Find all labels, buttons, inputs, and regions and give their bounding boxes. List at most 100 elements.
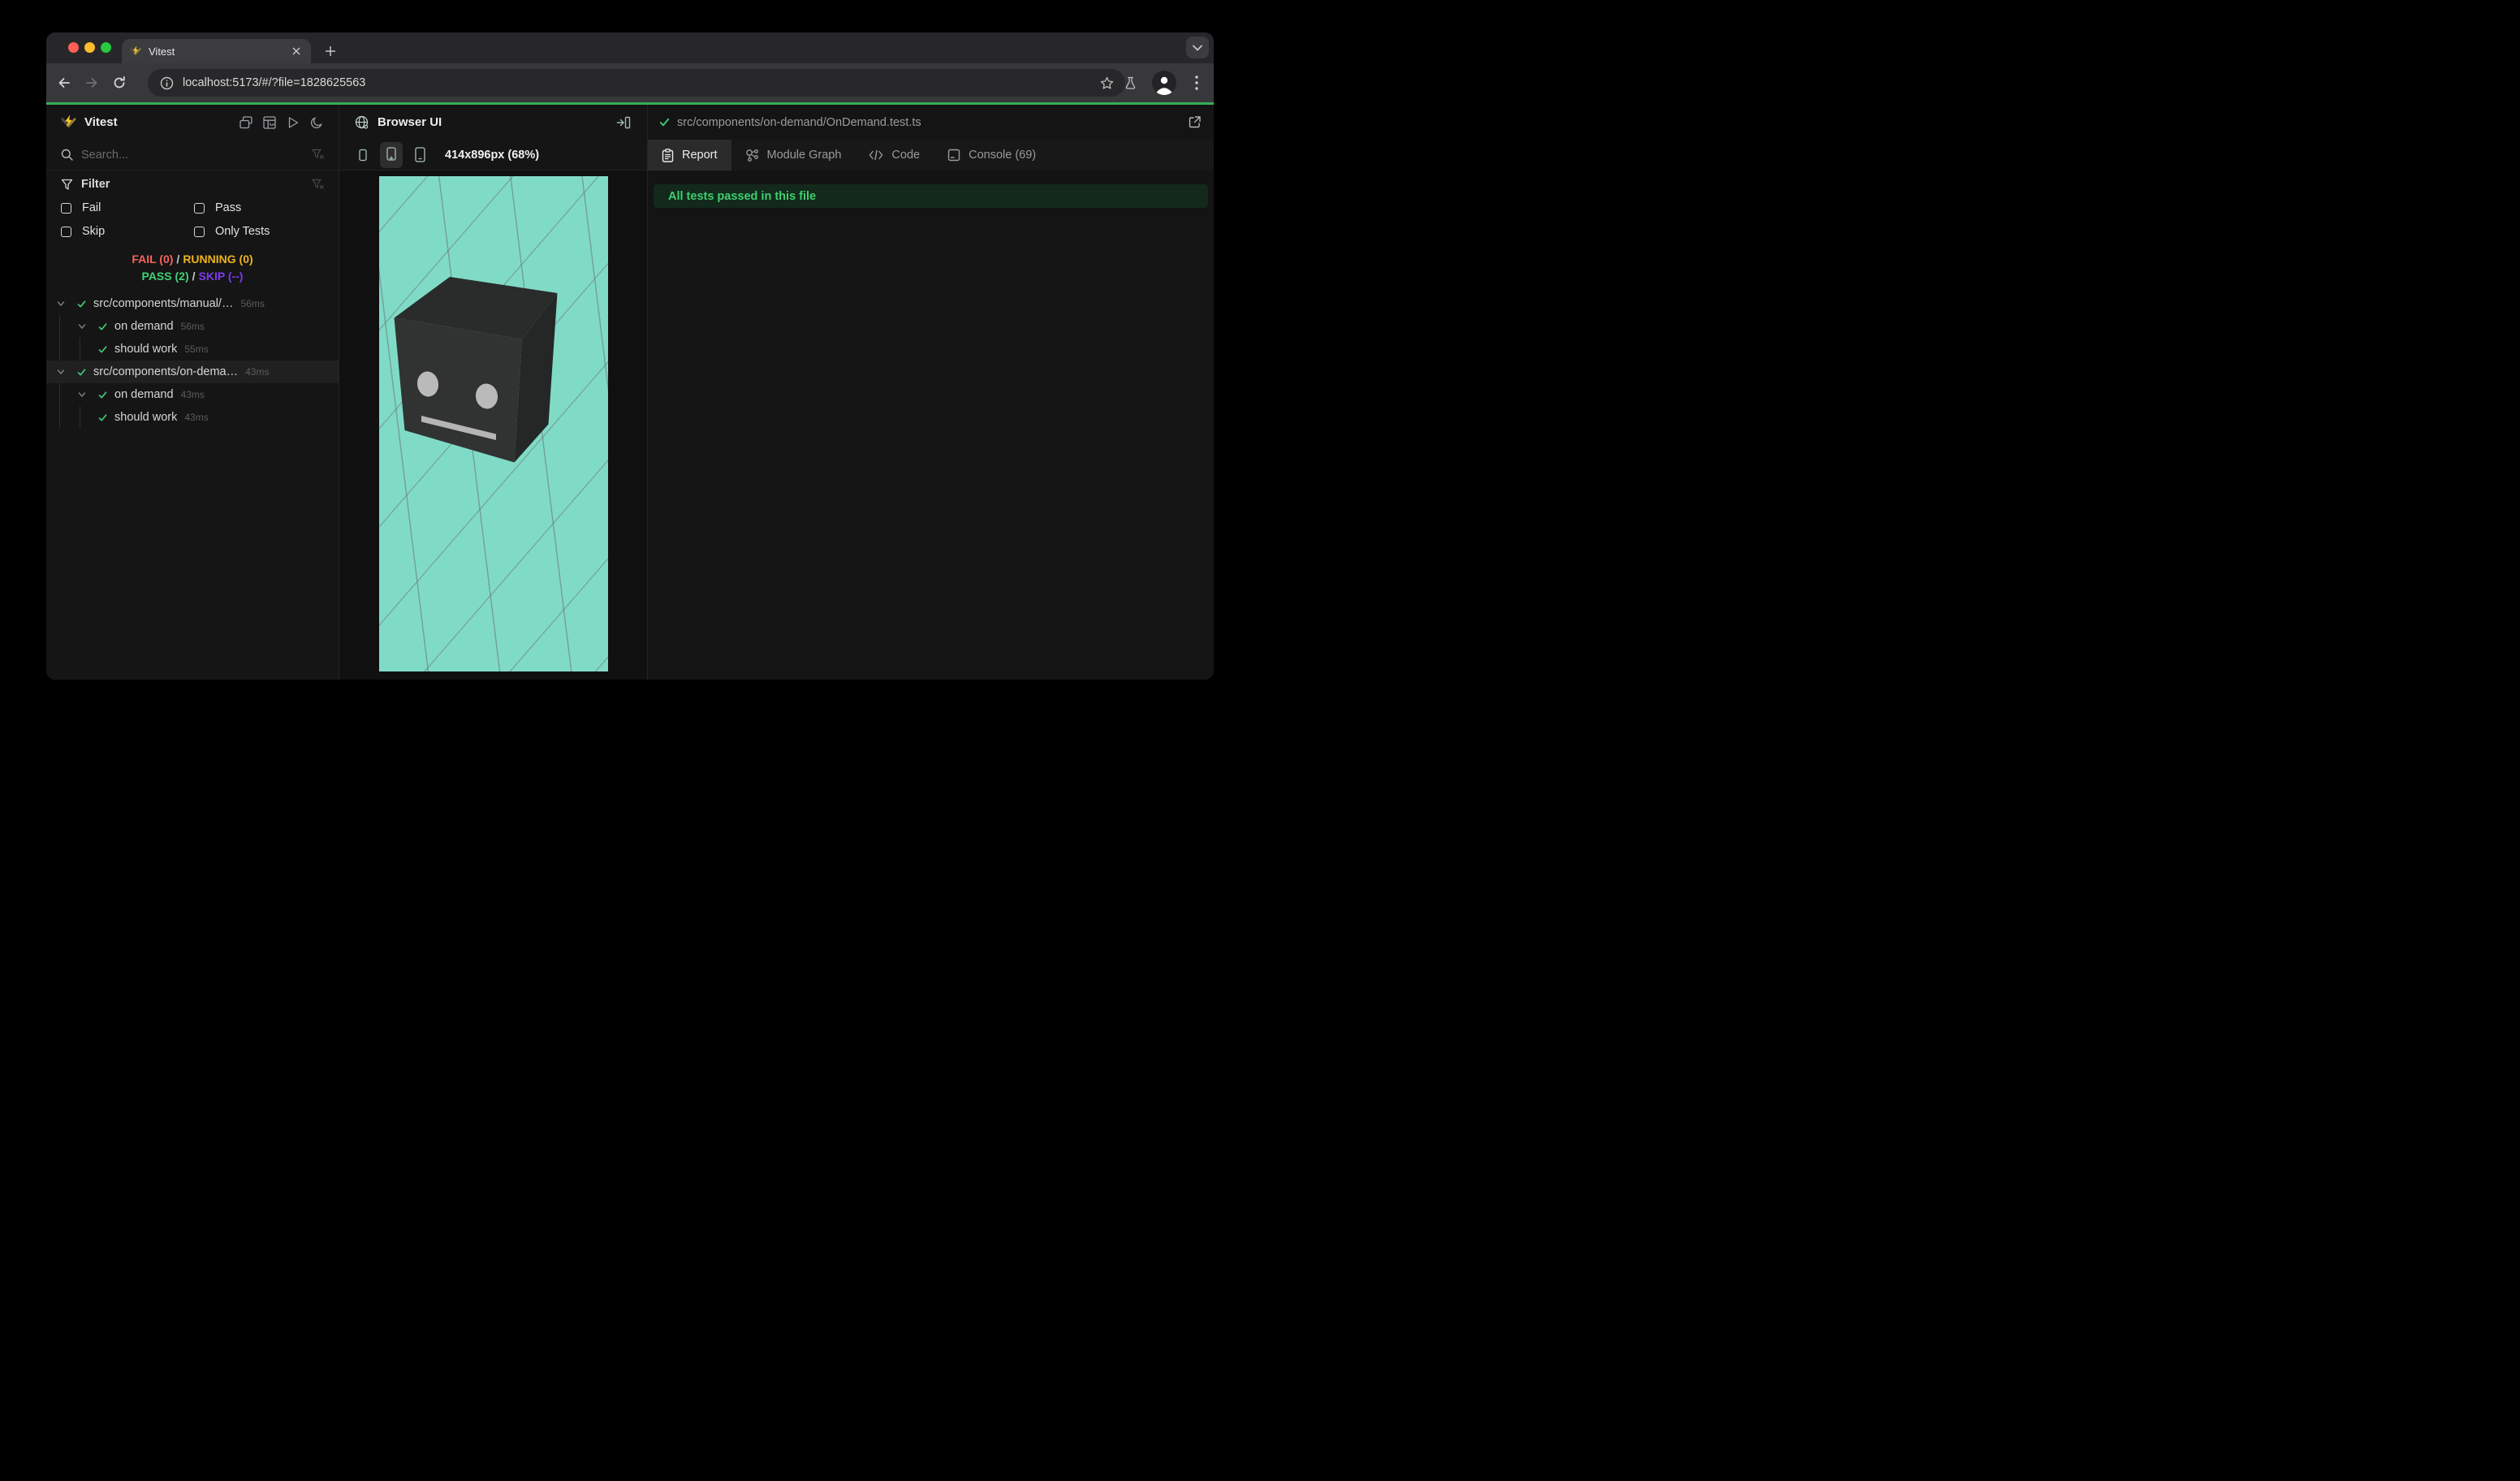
clear-filters-icon[interactable] xyxy=(312,179,324,191)
close-tab-icon[interactable] xyxy=(290,45,303,58)
tab-module-graph[interactable]: Module Graph xyxy=(731,140,856,171)
bookmark-star-icon[interactable] xyxy=(1098,74,1115,92)
test-label: should work xyxy=(114,411,178,424)
dashboard-icon[interactable] xyxy=(262,115,277,130)
new-tab-button[interactable] xyxy=(321,41,340,61)
checkbox-icon[interactable] xyxy=(61,202,71,214)
checkbox-icon[interactable] xyxy=(194,226,205,237)
sidebar-header: Vitest xyxy=(46,105,339,140)
test-suite-row[interactable]: on demand 43ms xyxy=(46,383,339,406)
filter-label: Filter xyxy=(81,178,110,191)
collapse-panels-icon[interactable] xyxy=(239,115,253,130)
vitest-favicon-icon xyxy=(130,45,141,55)
profile-avatar[interactable] xyxy=(1152,71,1176,95)
forward-button[interactable] xyxy=(78,69,106,97)
test-duration: 55ms xyxy=(184,343,209,355)
pass-count: PASS (2) xyxy=(141,270,189,283)
device-tablet-button[interactable] xyxy=(408,142,431,168)
tab-title: Vitest xyxy=(149,45,175,58)
tab-code[interactable]: Code xyxy=(855,140,934,171)
module-graph-icon xyxy=(745,149,758,162)
site-info-icon[interactable] xyxy=(158,74,175,92)
zoom-window-button[interactable] xyxy=(101,42,111,53)
pass-check-icon xyxy=(98,322,107,330)
filter-option-label: Only Tests xyxy=(215,225,270,238)
sidebar: Vitest Search... Filter Fail Pass Skip O… xyxy=(46,105,339,680)
filter-checkbox-skip[interactable]: Skip xyxy=(61,225,194,238)
banner-text: All tests passed in this file xyxy=(668,189,817,203)
test-file-row[interactable]: src/components/manual/… 56ms xyxy=(46,292,339,315)
reload-button[interactable] xyxy=(106,69,133,97)
desktop-background: Vitest localhost:5173/#/?file=1828625563… xyxy=(0,0,1260,740)
device-small-phone-button[interactable] xyxy=(352,142,374,168)
test-case-row[interactable]: should work 55ms xyxy=(46,338,339,361)
tested-page-viewport[interactable] xyxy=(378,176,608,671)
test-summary: FAIL (0) / RUNNING (0) PASS (2) / SKIP (--) xyxy=(46,251,339,285)
filter-option-label: Fail xyxy=(82,201,101,214)
tab-label: Console (69) xyxy=(969,149,1037,162)
test-tree: src/components/manual/… 56ms on demand 5… xyxy=(46,292,339,429)
browser-tab[interactable]: Vitest xyxy=(122,39,311,63)
search-input[interactable] xyxy=(81,148,312,162)
tab-label: Module Graph xyxy=(766,149,842,162)
vitest-logo-icon xyxy=(61,114,76,127)
report-panel: src/components/on-demand/OnDemand.test.t… xyxy=(648,105,1214,680)
test-suite-row[interactable]: on demand 56ms xyxy=(46,315,339,338)
viewport-toolbar: 414x896px (68%) xyxy=(339,140,647,171)
chevron-down-icon[interactable] xyxy=(78,391,86,399)
console-icon xyxy=(947,149,960,162)
chevron-down-icon[interactable] xyxy=(78,322,86,330)
browser-ui-title: Browser UI xyxy=(378,115,442,129)
fail-count: FAIL (0) xyxy=(132,253,174,266)
summary-line-2: PASS (2) / SKIP (--) xyxy=(46,268,339,285)
close-window-button[interactable] xyxy=(68,42,79,53)
open-panel-right-icon[interactable] xyxy=(615,114,632,131)
filter-checkbox-pass[interactable]: Pass xyxy=(194,201,324,214)
code-icon xyxy=(869,149,883,161)
back-button[interactable] xyxy=(50,69,78,97)
chevron-down-icon[interactable] xyxy=(57,368,65,376)
test-label: on demand xyxy=(114,388,174,401)
pass-check-icon xyxy=(659,118,670,127)
skip-count: SKIP (--) xyxy=(198,270,244,283)
pass-check-icon xyxy=(98,391,107,399)
filter-checkbox-fail[interactable]: Fail xyxy=(61,201,194,214)
tab-strip: Vitest xyxy=(46,32,1214,63)
summary-line-1: FAIL (0) / RUNNING (0) xyxy=(46,251,339,268)
test-duration: 56ms xyxy=(240,298,265,309)
url-text[interactable]: localhost:5173/#/?file=1828625563 xyxy=(183,76,1098,89)
dark-mode-moon-icon[interactable] xyxy=(309,115,324,130)
address-bar[interactable]: localhost:5173/#/?file=1828625563 xyxy=(148,69,1125,97)
clear-search-filter-icon[interactable] xyxy=(312,149,324,161)
browser-ui-panel: Browser UI 414x896px (68%) xyxy=(339,105,648,680)
filter-section-header: Filter xyxy=(46,171,339,198)
browser-menu-icon[interactable] xyxy=(1189,74,1204,92)
preview-area xyxy=(339,171,647,680)
viewport-size-label: 414x896px (68%) xyxy=(445,148,540,162)
pass-check-icon xyxy=(98,345,107,353)
test-case-row[interactable]: should work 43ms xyxy=(46,406,339,429)
all-tests-passed-banner: All tests passed in this file xyxy=(654,184,1208,208)
filter-checkbox-only-tests[interactable]: Only Tests xyxy=(194,225,324,238)
report-icon xyxy=(662,148,674,162)
checkbox-icon[interactable] xyxy=(61,226,71,237)
tab-search-button[interactable] xyxy=(1186,37,1209,58)
report-header: src/components/on-demand/OnDemand.test.t… xyxy=(648,105,1214,140)
experiments-flask-icon[interactable] xyxy=(1121,74,1139,92)
minimize-window-button[interactable] xyxy=(84,42,95,53)
chevron-down-icon[interactable] xyxy=(57,300,65,308)
test-file-row-selected[interactable]: src/components/on-dema… 43ms xyxy=(46,361,339,383)
browser-ui-header: Browser UI xyxy=(339,105,647,140)
checkbox-icon[interactable] xyxy=(194,202,205,214)
tab-label: Code xyxy=(891,149,921,162)
test-duration: 43ms xyxy=(245,366,270,378)
test-duration: 43ms xyxy=(184,412,209,423)
pass-check-icon xyxy=(77,368,86,376)
device-phone-plus-button[interactable] xyxy=(380,141,403,168)
run-all-icon[interactable] xyxy=(286,115,300,130)
tab-report[interactable]: Report xyxy=(648,140,731,171)
filter-option-label: Pass xyxy=(215,201,242,214)
tab-console[interactable]: Console (69) xyxy=(934,140,1050,171)
report-tabbar: Report Module Graph Code Console (69) xyxy=(648,140,1214,171)
open-in-editor-icon[interactable] xyxy=(1186,114,1202,131)
